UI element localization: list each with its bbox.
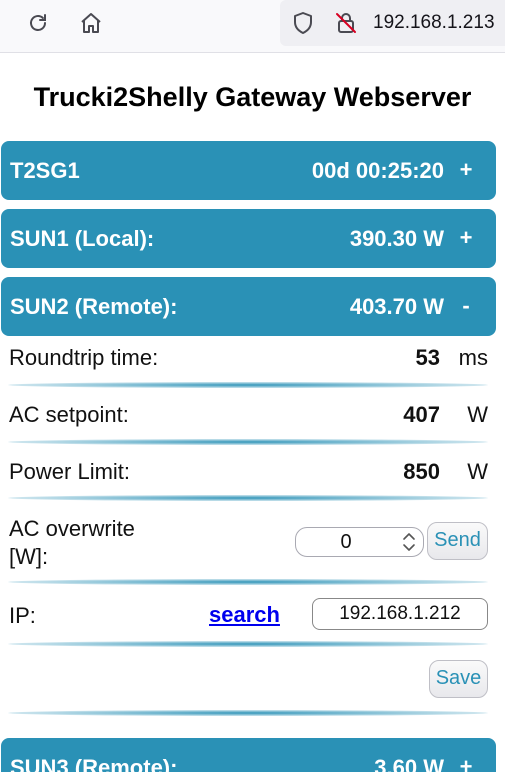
url-text[interactable]: 192.168.1.213 [373, 12, 495, 34]
sun2-power-value: 403.70 W [349, 294, 444, 319]
send-button[interactable]: Send [427, 522, 488, 560]
ac-overwrite-value[interactable]: 0 [296, 531, 396, 554]
sun1-label: SUN1 (Local): [10, 226, 155, 251]
setpoint-label: AC setpoint: [9, 402, 129, 427]
search-link[interactable]: search [209, 602, 280, 628]
ac-overwrite-label-line2: [W]: [9, 544, 49, 569]
sun2-bar[interactable]: SUN2 (Remote): 403.70 W - [1, 277, 496, 336]
page-title: Trucki2Shelly Gateway Webserver [33, 82, 472, 112]
sun3-toggle[interactable]: + [458, 754, 474, 772]
divider [8, 641, 488, 647]
ip-label: IP: [9, 603, 36, 628]
roundtrip-label: Roundtrip time: [9, 345, 159, 370]
sun2-toggle[interactable]: - [458, 293, 474, 319]
sun3-label: SUN3 (Remote): [10, 755, 178, 772]
t2sg-bar[interactable]: T2SG1 00d 00:25:20 + [1, 141, 496, 200]
sun3-bar[interactable]: SUN3 (Remote): 3.60 W + [1, 738, 496, 772]
roundtrip-unit: ms [458, 345, 488, 370]
sun1-toggle[interactable]: + [458, 225, 474, 251]
divider [8, 579, 488, 585]
setpoint-unit: W [467, 402, 488, 427]
stepper-arrows-icon[interactable] [401, 530, 417, 554]
t2sg-label: T2SG1 [10, 158, 80, 183]
divider [8, 439, 488, 445]
divider [8, 710, 488, 716]
t2sg-toggle[interactable]: + [458, 157, 474, 183]
divider [8, 382, 488, 388]
insecure-lock-icon[interactable] [333, 10, 359, 36]
ip-input[interactable]: 192.168.1.212 [312, 598, 488, 630]
power-limit-value: 850 [403, 459, 440, 484]
ac-overwrite-label-line1: AC overwrite [9, 516, 135, 541]
save-button[interactable]: Save [429, 660, 488, 698]
setpoint-value: 407 [403, 402, 440, 427]
reload-icon[interactable] [25, 10, 51, 36]
shield-icon[interactable] [290, 10, 316, 36]
divider [8, 495, 488, 501]
power-limit-unit: W [467, 459, 488, 484]
browser-toolbar: 192.168.1.213 [0, 0, 505, 53]
sun1-bar[interactable]: SUN1 (Local): 390.30 W + [1, 209, 496, 268]
ac-overwrite-input[interactable]: 0 [295, 527, 424, 557]
uptime-value: 00d 00:25:20 [311, 158, 444, 183]
sun3-power-value: 3.60 W [374, 755, 444, 772]
power-limit-label: Power Limit: [9, 459, 131, 484]
sun1-power-value: 390.30 W [349, 226, 444, 251]
sun2-label: SUN2 (Remote): [10, 294, 178, 319]
roundtrip-value: 53 [415, 345, 440, 370]
home-icon[interactable] [78, 10, 104, 36]
